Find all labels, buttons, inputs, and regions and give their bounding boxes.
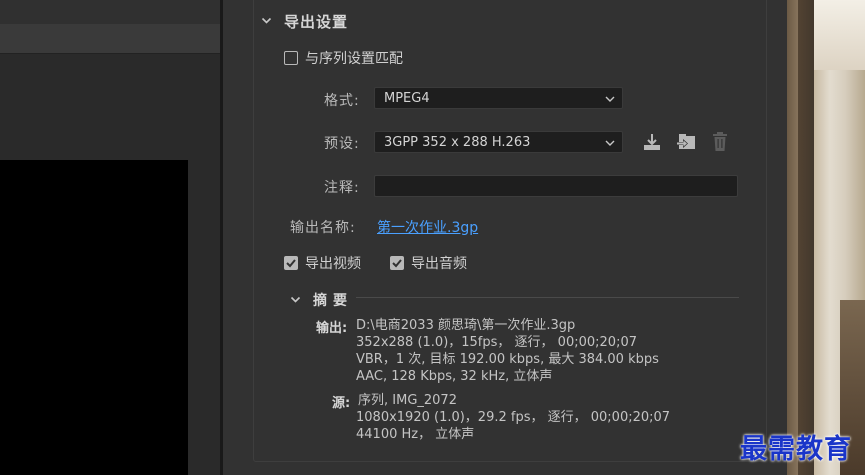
summary-source-line: 1080x1920 (1.0)，29.2 fps， 逐行， 00;00;20;0…: [356, 410, 671, 425]
checkmark-icon: [286, 259, 296, 268]
export-settings-title: 导出设置: [284, 13, 349, 31]
summary-output-line: AAC, 128 Kbps, 32 kHz, 立体声: [356, 369, 553, 384]
chevron-down-icon[interactable]: [261, 15, 272, 26]
checkmark-icon: [392, 259, 402, 268]
watermark-logo: 最需教育: [740, 434, 852, 465]
export-audio-label: 导出音频: [411, 256, 467, 272]
import-preset-icon[interactable]: [675, 131, 699, 153]
summary-divider: [356, 297, 739, 298]
match-sequence-label: 与序列设置匹配: [305, 51, 403, 67]
save-preset-icon[interactable]: [641, 131, 663, 153]
preset-value: 3GPP 352 x 288 H.263: [384, 135, 531, 150]
chevron-down-icon[interactable]: [290, 294, 301, 305]
output-name-link[interactable]: 第一次作业.3gp: [377, 217, 478, 237]
summary-output-label: 输出:: [316, 321, 348, 336]
summary-output-line: 352x288 (1.0)，15fps， 逐行， 00;00;20;07: [356, 335, 637, 350]
chevron-down-icon: [605, 140, 615, 146]
chevron-down-icon: [605, 96, 615, 102]
preset-label: 预设:: [324, 136, 360, 152]
summary-title: 摘要: [313, 293, 353, 309]
delete-preset-icon[interactable]: [710, 130, 730, 153]
comments-input[interactable]: [374, 175, 738, 197]
summary-output-line: VBR，1 次, 目标 192.00 kbps, 最大 384.00 kbps: [356, 352, 659, 367]
export-audio-checkbox[interactable]: [390, 256, 404, 270]
summary-source-label: 源:: [332, 396, 351, 411]
summary-output-line: D:\电商2033 颜思琦\第一次作业.3gp: [356, 318, 576, 333]
export-video-label: 导出视频: [305, 256, 361, 272]
video-preview: [0, 160, 188, 475]
export-video-checkbox[interactable]: [284, 256, 298, 270]
program-monitor-toolbar: [0, 24, 220, 54]
preset-dropdown[interactable]: 3GPP 352 x 288 H.263: [374, 131, 623, 153]
match-sequence-checkbox[interactable]: [284, 51, 298, 65]
format-label: 格式:: [324, 93, 360, 109]
format-value: MPEG4: [384, 91, 430, 106]
comments-label: 注释:: [324, 180, 360, 196]
output-name-label: 输出名称:: [290, 220, 356, 236]
background-photo-ceiling: [814, 0, 865, 70]
format-dropdown[interactable]: MPEG4: [374, 87, 623, 109]
background-photo-post: [798, 0, 814, 475]
summary-source-line: 44100 Hz， 立体声: [356, 427, 475, 442]
summary-source-line: 序列, IMG_2072: [358, 393, 457, 408]
program-monitor-header: [0, 0, 220, 24]
